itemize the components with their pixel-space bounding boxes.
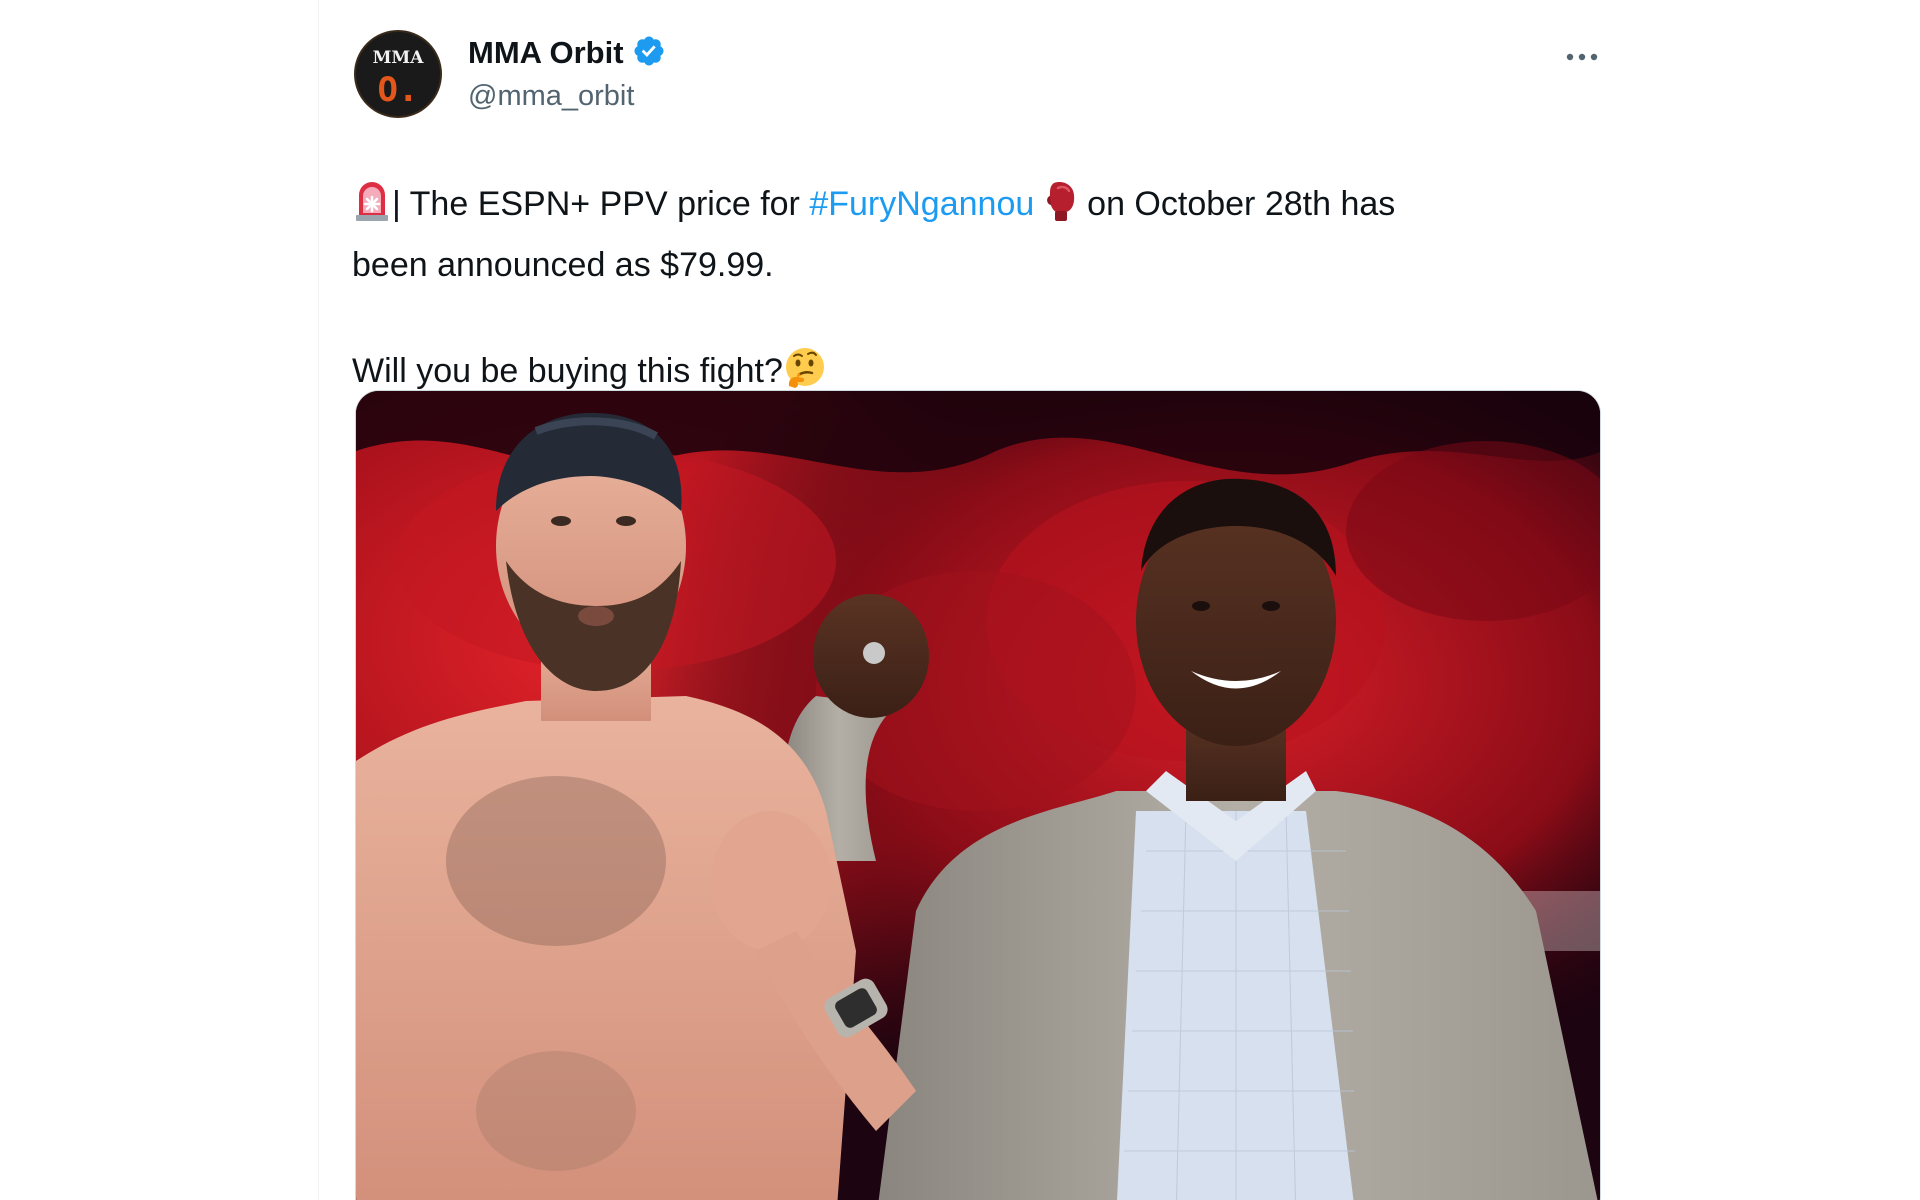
- handle[interactable]: @mma_orbit: [468, 80, 634, 113]
- avatar-text-bottom: O.: [377, 70, 419, 110]
- avatar-text-top: MMA: [372, 48, 424, 68]
- more-horizontal-icon: [1565, 52, 1599, 62]
- tweet-question: Will you be buying this fight?: [352, 352, 783, 390]
- tweet-header: MMA O. MMA Orbit @mma_orbit: [352, 30, 1602, 122]
- avatar[interactable]: MMA O.: [354, 30, 442, 118]
- tweet-photo[interactable]: [355, 390, 1601, 1200]
- rotating-light-icon: [352, 179, 392, 239]
- more-options-button[interactable]: [1556, 40, 1608, 74]
- tweet-text-part-1: | The ESPN+ PPV price for: [392, 185, 810, 223]
- verified-badge-icon: [632, 34, 666, 68]
- display-name[interactable]: MMA Orbit: [468, 35, 624, 70]
- display-name-row[interactable]: MMA Orbit: [468, 34, 666, 71]
- tweet-line-1: | The ESPN+ PPV price for #FuryNgannou o…: [352, 178, 1602, 239]
- tweet-text: | The ESPN+ PPV price for #FuryNgannou o…: [352, 178, 1602, 406]
- timeline-divider: [318, 0, 319, 1200]
- tweet-text-part-2: on October 28th has: [1077, 185, 1396, 223]
- hashtag-link[interactable]: #FuryNgannou: [809, 185, 1034, 223]
- tweet[interactable]: MMA O. MMA Orbit @mma_orbit | The ESPN+ …: [352, 30, 1602, 406]
- boxing-glove-icon: [1044, 179, 1078, 239]
- page: MMA O. MMA Orbit @mma_orbit | The ESPN+ …: [0, 0, 1920, 1200]
- fighters-photo-illustration: [356, 391, 1600, 1200]
- tweet-line-2: been announced as $79.99.: [352, 246, 774, 284]
